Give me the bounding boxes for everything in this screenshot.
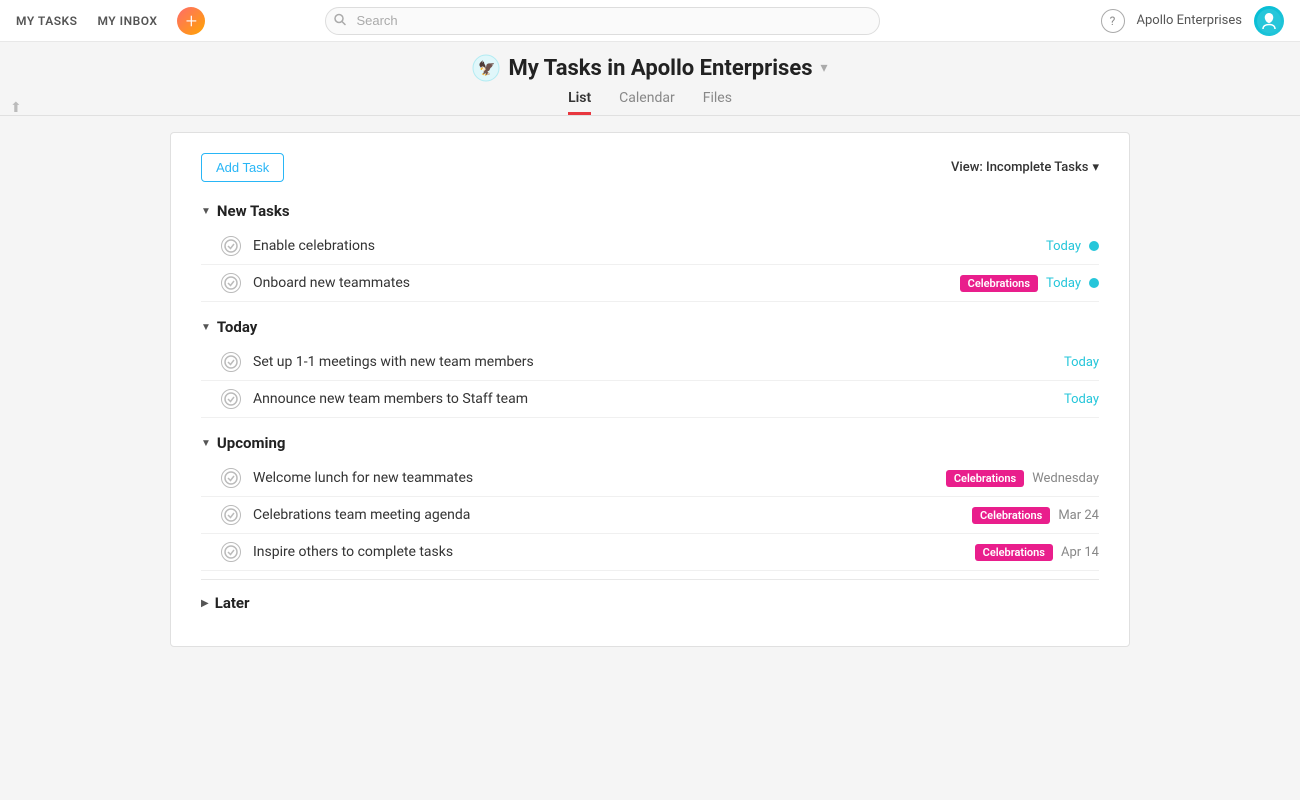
page-header: 🦅 My Tasks in Apollo Enterprises ▾ List … [0, 42, 1300, 116]
sidebar-collapse-icon[interactable]: ⬆ [10, 100, 22, 116]
later-chevron-icon: ▶ [201, 598, 209, 609]
table-row: Welcome lunch for new teammates Celebrat… [201, 460, 1099, 497]
tab-calendar[interactable]: Calendar [619, 90, 675, 115]
search-bar-container [325, 7, 880, 35]
view-label: View: Incomplete Tasks [951, 160, 1088, 175]
page-title-chevron[interactable]: ▾ [821, 60, 828, 76]
task-date: Today [1064, 392, 1099, 407]
tab-divider [0, 115, 1300, 116]
task-dot [1089, 241, 1099, 251]
task-checkbox[interactable] [221, 352, 241, 372]
top-nav: MY TASKS MY INBOX + ? Apollo Enterprises [0, 0, 1300, 42]
later-title: Later [215, 594, 250, 612]
task-date: Apr 14 [1061, 545, 1099, 560]
page-title-icon: 🦅 [472, 54, 500, 82]
task-name[interactable]: Announce new team members to Staff team [253, 391, 1052, 407]
celebrations-tag: Celebrations [972, 507, 1050, 524]
task-date: Today [1064, 355, 1099, 370]
task-checkbox[interactable] [221, 389, 241, 409]
task-checkbox[interactable] [221, 273, 241, 293]
celebrations-tag: Celebrations [960, 275, 1038, 292]
today-chevron: ▼ [201, 322, 211, 333]
search-icon [334, 13, 346, 28]
task-dot [1089, 278, 1099, 288]
table-row: Onboard new teammates Celebrations Today [201, 265, 1099, 302]
my-inbox-nav[interactable]: MY INBOX [97, 14, 157, 28]
table-row: Celebrations team meeting agenda Celebra… [201, 497, 1099, 534]
add-button[interactable]: + [177, 7, 205, 35]
upcoming-chevron: ▼ [201, 438, 211, 449]
table-row: Enable celebrations Today [201, 228, 1099, 265]
section-header-upcoming[interactable]: ▼ Upcoming [201, 434, 1099, 452]
task-meta: Today [1046, 239, 1099, 254]
table-row: Set up 1-1 meetings with new team member… [201, 344, 1099, 381]
task-date: Mar 24 [1058, 508, 1099, 523]
task-date: Today [1046, 276, 1081, 291]
table-row: Inspire others to complete tasks Celebra… [201, 534, 1099, 571]
help-button[interactable]: ? [1101, 9, 1125, 33]
task-meta: Today [1064, 355, 1099, 370]
celebrations-tag: Celebrations [946, 470, 1024, 487]
task-meta: Celebrations Apr 14 [975, 544, 1099, 561]
view-selector[interactable]: View: Incomplete Tasks ▾ [951, 160, 1099, 175]
celebrations-tag: Celebrations [975, 544, 1053, 561]
view-chevron-icon: ▾ [1092, 160, 1099, 175]
page-title: My Tasks in Apollo Enterprises [508, 56, 812, 81]
content-panel: Add Task View: Incomplete Tasks ▾ ▼ New … [170, 132, 1130, 647]
main-content: Add Task View: Incomplete Tasks ▾ ▼ New … [0, 132, 1300, 647]
new-tasks-title: New Tasks [217, 202, 290, 220]
section-header-new-tasks[interactable]: ▼ New Tasks [201, 202, 1099, 220]
svg-text:🦅: 🦅 [478, 59, 495, 77]
task-checkbox[interactable] [221, 505, 241, 525]
tab-list[interactable]: List [568, 90, 591, 115]
task-name[interactable]: Inspire others to complete tasks [253, 544, 963, 560]
tab-bar: List Calendar Files [568, 90, 732, 115]
task-checkbox[interactable] [221, 542, 241, 562]
nav-right: ? Apollo Enterprises [1101, 6, 1284, 36]
task-checkbox[interactable] [221, 468, 241, 488]
section-header-today[interactable]: ▼ Today [201, 318, 1099, 336]
task-meta: Celebrations Wednesday [946, 470, 1099, 487]
task-name[interactable]: Enable celebrations [253, 238, 1034, 254]
task-checkbox[interactable] [221, 236, 241, 256]
section-header-later[interactable]: ▶ Later [201, 579, 1099, 616]
task-date: Today [1046, 239, 1081, 254]
table-row: Announce new team members to Staff team … [201, 381, 1099, 418]
upcoming-title: Upcoming [217, 434, 286, 452]
my-tasks-nav[interactable]: MY TASKS [16, 14, 77, 28]
task-date: Wednesday [1032, 471, 1099, 486]
search-input[interactable] [325, 7, 880, 35]
toolbar-row: Add Task View: Incomplete Tasks ▾ [201, 153, 1099, 182]
org-name-label: Apollo Enterprises [1137, 13, 1242, 28]
task-meta: Celebrations Today [960, 275, 1099, 292]
task-name[interactable]: Welcome lunch for new teammates [253, 470, 934, 486]
add-task-button[interactable]: Add Task [201, 153, 284, 182]
today-title: Today [217, 318, 257, 336]
tab-files[interactable]: Files [703, 90, 732, 115]
task-name[interactable]: Onboard new teammates [253, 275, 948, 291]
task-meta: Celebrations Mar 24 [972, 507, 1099, 524]
task-name[interactable]: Celebrations team meeting agenda [253, 507, 960, 523]
page-title-row: 🦅 My Tasks in Apollo Enterprises ▾ [472, 54, 827, 82]
avatar[interactable] [1254, 6, 1284, 36]
task-meta: Today [1064, 392, 1099, 407]
task-name[interactable]: Set up 1-1 meetings with new team member… [253, 354, 1052, 370]
new-tasks-chevron: ▼ [201, 206, 211, 217]
